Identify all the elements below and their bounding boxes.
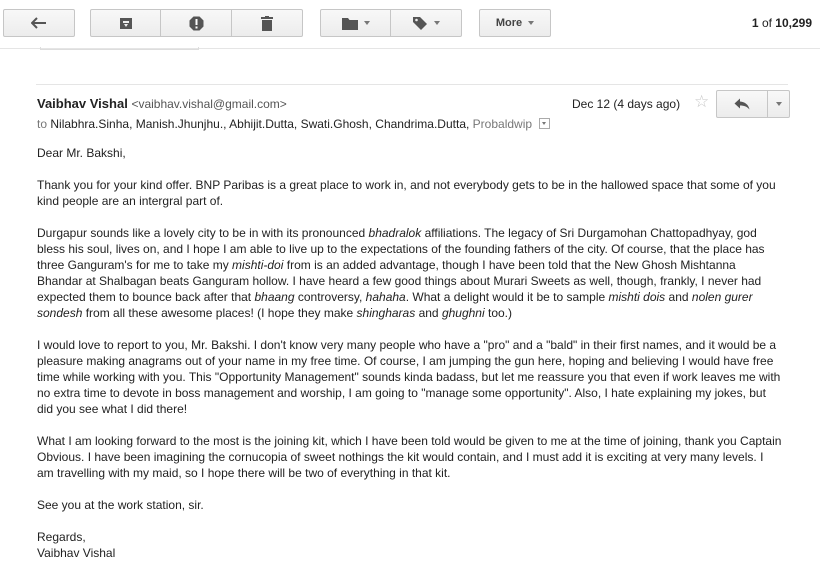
reply-button[interactable] xyxy=(716,90,768,118)
back-arrow-icon xyxy=(31,17,46,29)
recipient[interactable]: Abhijit.Dutta, xyxy=(229,117,297,131)
dropdown-caret-icon xyxy=(434,21,440,25)
chevron-down-icon xyxy=(775,102,782,106)
organize-group xyxy=(320,9,462,37)
back-button[interactable] xyxy=(3,9,75,37)
recipient[interactable]: Chandrima.Dutta, xyxy=(375,117,469,131)
folder-icon xyxy=(341,17,358,30)
more-label: More xyxy=(495,17,523,29)
recipient-more[interactable]: Probaldwip xyxy=(473,117,532,131)
paragraph-3: I would love to report to you, Mr. Baksh… xyxy=(37,338,781,416)
pager-of: of xyxy=(761,16,772,30)
label-tag-icon xyxy=(413,17,427,30)
delete-button[interactable] xyxy=(232,9,303,37)
labels-button[interactable] xyxy=(391,9,462,37)
dropdown-caret-icon xyxy=(528,21,535,25)
star-icon[interactable]: ☆ xyxy=(694,92,709,112)
report-spam-button[interactable] xyxy=(161,9,232,37)
pager-total: 10,299 xyxy=(775,16,812,30)
archive-icon xyxy=(119,18,132,29)
reply-group xyxy=(716,90,790,119)
more-button[interactable]: More xyxy=(479,9,551,37)
show-details-icon[interactable] xyxy=(539,118,551,130)
dropdown-caret-icon xyxy=(363,21,370,25)
reply-icon xyxy=(734,98,750,110)
collapsed-panel-edge xyxy=(40,47,199,50)
sender-name[interactable]: Vaibhav Vishal xyxy=(37,96,128,111)
signoff: Regards, xyxy=(37,530,86,544)
more-actions-button[interactable] xyxy=(768,90,790,118)
move-to-button[interactable] xyxy=(320,9,391,37)
message-divider xyxy=(36,84,788,85)
toolbar: More 1 of 10,299 xyxy=(0,0,820,49)
to-label: to xyxy=(37,117,48,131)
recipient[interactable]: Manish.Jhunjhu., xyxy=(136,117,227,131)
sender-email: <vaibhav.vishal@gmail.com> xyxy=(131,97,287,111)
message-sender: Vaibhav Vishal <vaibhav.vishal@gmail.com… xyxy=(37,96,287,111)
message-body: Dear Mr. Bakshi, Thank you for your kind… xyxy=(37,145,782,561)
paragraph-1: Thank you for your kind offer. BNP Parib… xyxy=(37,178,776,208)
pager-current: 1 xyxy=(751,16,759,30)
recipient[interactable]: Swati.Ghosh, xyxy=(301,117,372,131)
report-spam-icon xyxy=(189,16,203,30)
recipient[interactable]: Nilabhra.Sinha, xyxy=(50,117,132,131)
signature: Vaibhav Vishal xyxy=(37,546,116,560)
trash-icon xyxy=(261,15,273,31)
paragraph-2: Durgapur sounds like a lovely city to be… xyxy=(37,226,765,320)
greeting: Dear Mr. Bakshi, xyxy=(37,146,126,160)
paragraph-4: What I am looking forward to the most is… xyxy=(37,434,782,480)
message-actions-group xyxy=(90,9,303,37)
paragraph-5: See you at the work station, sir. xyxy=(37,498,204,512)
message-date: Dec 12 (4 days ago) xyxy=(572,97,681,111)
pagination: 1 of 10,299 xyxy=(752,16,812,30)
archive-button[interactable] xyxy=(90,9,161,37)
recipients-line: to Nilabhra.Sinha, Manish.Jhunjhu., Abhi… xyxy=(37,117,551,131)
